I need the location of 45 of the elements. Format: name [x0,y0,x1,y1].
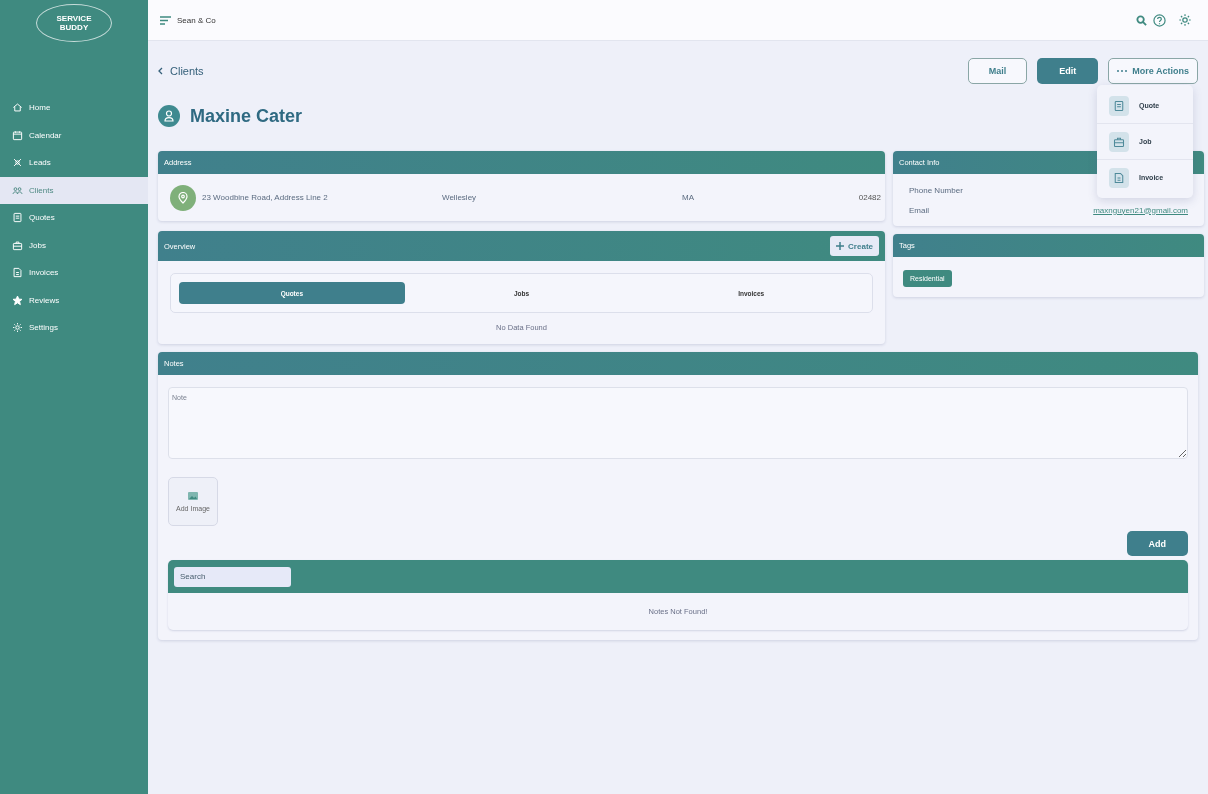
clients-icon [12,184,23,196]
create-button[interactable]: Create [830,236,879,256]
location-pin-icon [170,184,196,211]
add-button[interactable]: Add [1126,531,1188,556]
sidebar-item[interactable]: Reviews [0,286,148,314]
quote-icon [12,212,23,224]
avatar [158,105,180,127]
search-icon[interactable] [1136,14,1147,26]
search-field[interactable]: Search [174,566,291,587]
menu-icon[interactable] [160,15,171,25]
help-icon[interactable] [1153,13,1166,27]
zip-code: 02482 [858,193,881,202]
sidebar-item[interactable]: Calendar [0,121,148,149]
mail-button[interactable]: Mail [967,58,1028,84]
job-icon [12,239,23,251]
gear-icon [12,322,23,334]
image-icon [188,491,198,500]
home-icon [12,102,23,114]
client-name: Maxine Cater [190,105,303,127]
field-label: Email [909,205,929,215]
invoice-icon [12,267,23,279]
email-link[interactable]: maxnguyen21@gmail.com [1093,205,1188,215]
sidebar-item[interactable]: Jobs [0,231,148,259]
chevron-left-icon [158,67,163,75]
invoice-icon [1113,171,1125,184]
sidebar-item[interactable]: Leads [0,149,148,177]
company-name: Sean & Co [177,15,216,25]
back-link[interactable]: Clients [158,65,204,77]
plus-icon [836,242,845,250]
more-actions-button[interactable]: More Actions [1108,58,1198,84]
street-address: 23 Woodbine Road, Address Line 2 [202,193,329,202]
sidebar-item[interactable]: Quotes [0,204,148,232]
job-icon [1113,135,1125,148]
state: MA [682,193,695,202]
field-label: Phone Number [909,185,963,195]
calendar-icon [12,129,23,141]
sidebar-item[interactable]: Home [0,94,148,122]
sidebar-item[interactable]: Settings [0,314,148,342]
sidebar-item[interactable]: Invoices [0,259,148,287]
quote-icon [1113,99,1125,112]
star-icon [12,294,23,306]
city: Wellesley [442,193,478,202]
settings-icon [1178,13,1192,27]
sidebar-item[interactable]: Clients [0,176,148,204]
edit-button[interactable]: Edit [1037,58,1099,84]
